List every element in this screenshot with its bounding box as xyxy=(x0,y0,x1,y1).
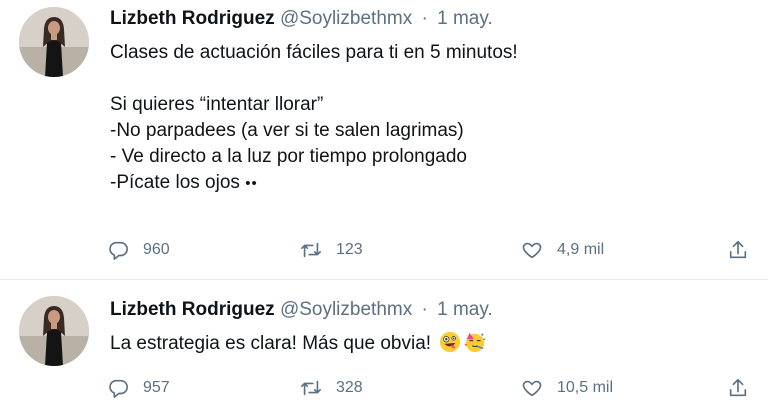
tweet-header: Lizbeth Rodriguez @Soylizbethmx · 1 may. xyxy=(110,7,493,31)
header-separator: · xyxy=(421,299,428,320)
reply-button[interactable]: 957 xyxy=(107,374,170,402)
tweet-text: La estrategia es clara! Más que obvia! xyxy=(110,331,750,357)
like-count: 10,5 mil xyxy=(557,379,614,396)
retweet-button[interactable]: 123 xyxy=(300,236,363,264)
author-handle[interactable]: @Soylizbethmx xyxy=(280,8,412,29)
reply-count: 960 xyxy=(143,241,170,258)
tweet-line: La estrategia es clara! Más que obvia! xyxy=(110,331,750,357)
tweet-text: Clases de actuación fáciles para ti en 5… xyxy=(110,40,750,196)
avatar[interactable] xyxy=(19,296,89,366)
tweet-line-last: -Pícate los ojos •• xyxy=(110,170,750,196)
tweet-actions: 960 123 4,9 mil xyxy=(107,236,757,264)
retweet-count: 328 xyxy=(336,379,363,396)
tweet-line-text: La estrategia es clara! Más que obvia! xyxy=(110,333,432,354)
tweet-line: - Ve directo a la luz por tiempo prolong… xyxy=(110,146,467,167)
tweet-header: Lizbeth Rodriguez @Soylizbethmx · 1 may. xyxy=(110,298,493,322)
tweet-line: Clases de actuación fáciles para ti en 5… xyxy=(110,42,518,63)
author-name[interactable]: Lizbeth Rodriguez xyxy=(110,8,275,29)
author-name[interactable]: Lizbeth Rodriguez xyxy=(110,299,275,320)
avatar-image xyxy=(19,7,89,77)
like-count: 4,9 mil xyxy=(557,241,605,258)
like-button[interactable]: 4,9 mil xyxy=(521,236,604,264)
tweet-line: Si quieres “intentar llorar” xyxy=(110,94,324,115)
tweet[interactable]: Lizbeth Rodriguez @Soylizbethmx · 1 may.… xyxy=(0,280,768,400)
reply-count: 957 xyxy=(143,379,170,396)
reply-button[interactable]: 960 xyxy=(107,236,170,264)
heart-icon xyxy=(522,242,542,259)
author-handle[interactable]: @Soylizbethmx xyxy=(280,299,412,320)
heart-icon xyxy=(522,380,542,397)
retweet-icon xyxy=(301,242,321,258)
share-button[interactable] xyxy=(727,236,749,264)
avatar-image xyxy=(19,296,89,366)
tweet[interactable]: Lizbeth Rodriguez @Soylizbethmx · 1 may.… xyxy=(0,0,768,280)
avatar[interactable] xyxy=(19,7,89,77)
tweet-line-text: -Pícate los ojos xyxy=(110,172,240,193)
share-icon xyxy=(729,240,747,259)
partying-face-emoji xyxy=(465,332,486,353)
tweet-line: -No parpadees (a ver si te salen lagrima… xyxy=(110,120,464,141)
reply-icon xyxy=(109,379,128,398)
eyes-emoji: •• xyxy=(245,175,258,192)
reply-icon xyxy=(109,241,128,260)
tweet-date[interactable]: 1 may. xyxy=(437,8,493,29)
like-button[interactable]: 10,5 mil xyxy=(521,374,613,402)
share-icon xyxy=(729,378,747,397)
tweet-actions: 957 328 10,5 mil xyxy=(107,374,757,402)
share-button[interactable] xyxy=(727,374,749,402)
retweet-count: 123 xyxy=(336,241,363,258)
header-separator: · xyxy=(421,8,428,29)
retweet-button[interactable]: 328 xyxy=(300,374,363,402)
retweet-icon xyxy=(301,380,321,396)
tweet-date[interactable]: 1 may. xyxy=(437,299,493,320)
zany-face-emoji xyxy=(440,331,461,353)
